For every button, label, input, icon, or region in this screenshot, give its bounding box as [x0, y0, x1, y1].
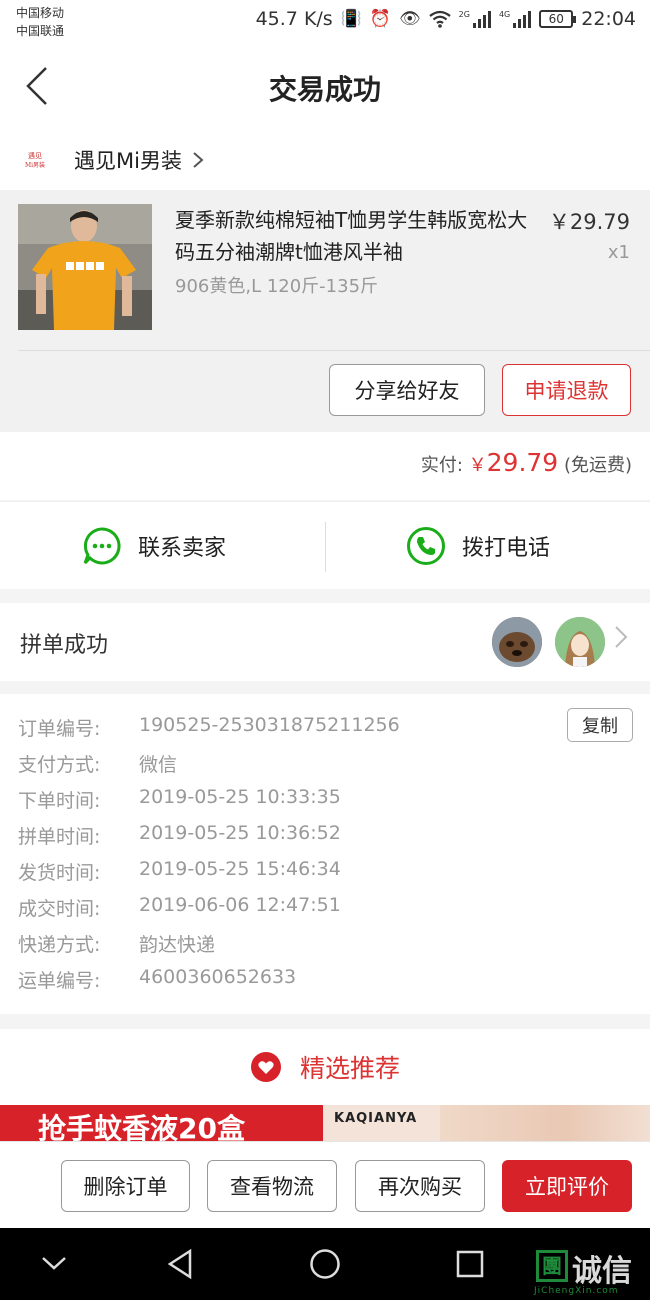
svg-text:遇见: 遇见 — [28, 152, 42, 160]
info-row: 成交时间: 2019-06-06 12:47:51 — [0, 890, 650, 926]
copy-order-number-button[interactable]: 复制 — [567, 708, 633, 742]
product-title[interactable]: 夏季新款纯棉短袖T恤男学生韩版宽松大码五分袖潮牌t恤港风半袖 — [175, 204, 535, 268]
signal-icon-2: 4G — [498, 10, 532, 28]
info-label: 快递方式: — [18, 934, 101, 956]
paid-label: 实付: — [420, 455, 463, 476]
eye-icon: 👁 — [399, 9, 421, 29]
vibrate-icon: 📳 — [340, 9, 362, 29]
back-triangle-icon[interactable] — [166, 1248, 194, 1280]
call-phone-label: 拨打电话 — [462, 536, 551, 561]
shipping-note: (免运费) — [563, 455, 632, 476]
recommend-title: 精选推荐 — [299, 1054, 400, 1083]
chat-icon — [83, 527, 121, 565]
delete-order-button[interactable]: 删除订单 — [61, 1160, 190, 1212]
info-value: 韵达快递 — [139, 934, 216, 956]
info-label: 运单编号: — [18, 970, 101, 992]
contact-divider — [325, 522, 326, 572]
chevron-right-icon[interactable] — [192, 151, 204, 169]
product-divider — [18, 350, 650, 351]
system-nav-bar: 團 诚信 JiChengXin.com — [0, 1228, 650, 1300]
watermark-logo: 團 诚信 JiChengXin.com — [528, 1228, 650, 1300]
heart-icon — [250, 1052, 281, 1082]
view-logistics-button[interactable]: 查看物流 — [207, 1160, 337, 1212]
phone-icon — [407, 527, 445, 565]
svg-text:Mi男装: Mi男装 — [25, 161, 45, 169]
info-value: 4600360652633 — [139, 966, 297, 988]
signal-icon-1: 2G — [459, 10, 491, 28]
banner-brand: KAQIANYA — [334, 1111, 418, 1126]
chevron-down-icon[interactable] — [40, 1254, 68, 1272]
network-type-1: 2G — [458, 10, 470, 19]
watermark-text: 诚信 — [572, 1254, 632, 1289]
paid-currency: ￥ — [468, 455, 487, 476]
recommend-header: 精选推荐 — [0, 1029, 650, 1105]
info-value: 微信 — [139, 754, 178, 776]
header: 交易成功 — [0, 44, 650, 130]
product-image[interactable] — [18, 204, 152, 330]
status-icons: 45.7 K/s 📳 ⏰ 👁 2G 4G 60 22:04 — [256, 8, 636, 30]
refund-button[interactable]: 申请退款 — [502, 364, 631, 416]
payment-summary: 实付: ￥29.79 (免运费) — [0, 432, 650, 500]
info-value: 2019-05-25 10:36:52 — [139, 822, 341, 844]
info-label: 支付方式: — [18, 754, 101, 776]
network-speed: 45.7 K/s — [255, 8, 333, 30]
shop-logo-image: 遇见 Mi男装 — [25, 152, 45, 169]
shop-row[interactable]: 遇见 Mi男装 遇见Mi男装 — [0, 130, 650, 190]
info-row: 下单时间: 2019-05-25 10:33:35 — [0, 782, 650, 818]
home-circle-icon[interactable] — [309, 1248, 341, 1280]
info-row: 快递方式: 韵达快递 — [0, 926, 650, 962]
shop-name[interactable]: 遇见Mi男装 — [74, 145, 182, 175]
bottom-action-bar: 删除订单 查看物流 再次购买 立即评价 — [0, 1141, 650, 1228]
status-bar: 中国移动 中国联通 45.7 K/s 📳 ⏰ 👁 2G 4G 60 22:04 — [0, 0, 650, 44]
group-buy-label: 拼单成功 — [20, 633, 109, 658]
carrier-info: 中国移动 中国联通 — [16, 4, 64, 40]
product-sku: 906黄色,L 120斤-135斤 — [175, 276, 379, 297]
network-type-2: 4G — [498, 10, 511, 19]
info-label: 订单编号: — [18, 718, 101, 740]
page-title: 交易成功 — [268, 73, 381, 106]
info-value: 2019-05-25 15:46:34 — [139, 858, 341, 880]
banner-text: 抢手蚊香液20盒 — [0, 1105, 323, 1141]
group-buy-row[interactable]: 拼单成功 — [0, 603, 650, 681]
watermark-mark: 團 — [536, 1250, 568, 1282]
shop-logo: 遇见 Mi男装 — [20, 145, 50, 175]
info-row: 订单编号: 190525-253031875211256 — [0, 710, 650, 746]
info-row: 支付方式: 微信 — [0, 746, 650, 782]
recents-square-icon[interactable] — [455, 1249, 485, 1279]
carrier-1: 中国移动 — [16, 6, 65, 20]
info-label: 下单时间: — [18, 790, 101, 812]
info-row: 发货时间: 2019-05-25 15:46:34 — [0, 854, 650, 890]
banner-image — [440, 1105, 650, 1141]
call-phone-button[interactable]: 拨打电话 — [406, 502, 550, 590]
battery-icon: 60 — [539, 10, 577, 28]
carrier-2: 中国联通 — [16, 24, 65, 38]
product-quantity: x1 — [607, 242, 630, 263]
info-label: 发货时间: — [18, 862, 101, 884]
info-row: 运单编号: 4600360652633 — [0, 962, 650, 998]
chevron-right-icon[interactable] — [614, 625, 628, 649]
product-card[interactable]: 夏季新款纯棉短袖T恤男学生韩版宽松大码五分袖潮牌t恤港风半袖 906黄色,L 1… — [0, 190, 650, 432]
product-price: ￥29.79 — [548, 210, 630, 234]
contact-seller-label: 联系卖家 — [138, 536, 227, 561]
info-value: 2019-05-25 10:33:35 — [139, 786, 341, 808]
avatar — [555, 617, 605, 667]
contact-seller-button[interactable]: 联系卖家 — [82, 502, 226, 590]
review-button[interactable]: 立即评价 — [502, 1160, 632, 1212]
watermark-sub: JiChengXin.com — [534, 1286, 619, 1296]
info-value: 190525-253031875211256 — [139, 714, 400, 736]
wifi-icon — [428, 10, 451, 28]
info-label: 成交时间: — [18, 898, 101, 920]
clock: 22:04 — [581, 8, 636, 30]
info-row: 拼单时间: 2019-05-25 10:36:52 — [0, 818, 650, 854]
paid-amount: 29.79 — [486, 448, 559, 477]
promo-banner[interactable]: 抢手蚊香液20盒 KAQIANYA — [0, 1105, 650, 1141]
order-info: 订单编号: 190525-253031875211256 支付方式: 微信 下单… — [0, 694, 650, 1014]
alarm-icon: ⏰ — [369, 9, 392, 29]
share-button[interactable]: 分享给好友 — [329, 364, 485, 416]
contact-row: 联系卖家 拨打电话 — [0, 501, 650, 589]
info-value: 2019-06-06 12:47:51 — [139, 894, 341, 916]
buy-again-button[interactable]: 再次购买 — [355, 1160, 485, 1212]
avatar — [492, 617, 542, 667]
info-label: 拼单时间: — [18, 826, 101, 848]
